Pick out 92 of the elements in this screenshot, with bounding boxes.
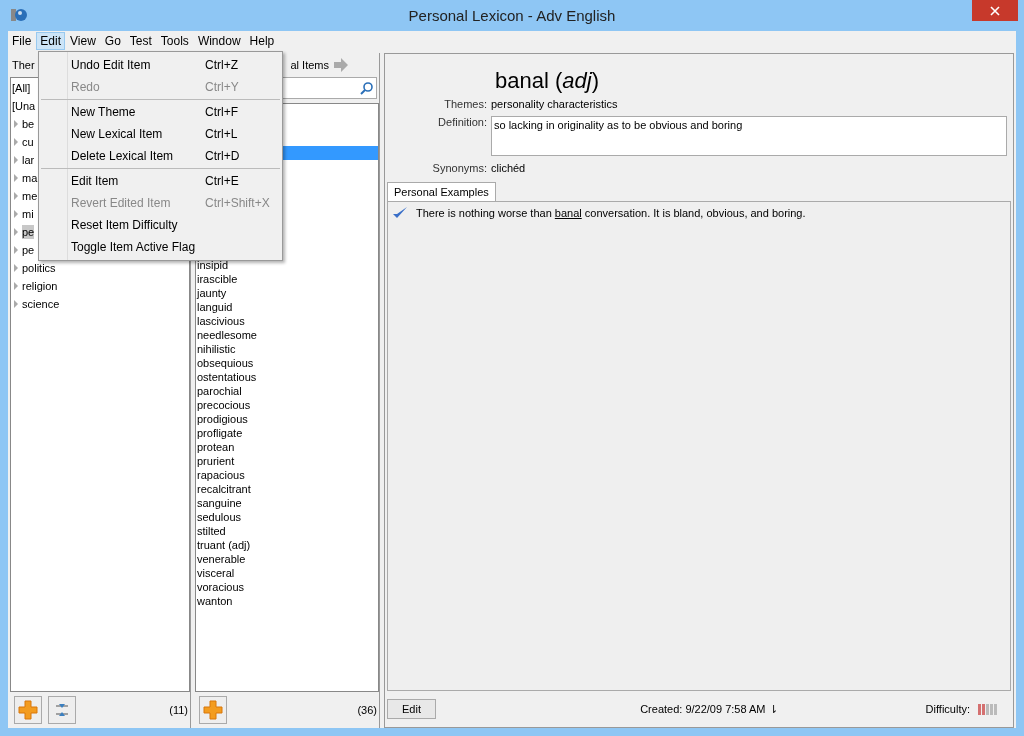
word-item[interactable]: obsequious: [196, 356, 378, 370]
word-item[interactable]: visceral: [196, 566, 378, 580]
plus-icon: [203, 700, 223, 720]
word-item[interactable]: sanguine: [196, 496, 378, 510]
app-icon: [10, 6, 28, 24]
word-item[interactable]: languid: [196, 300, 378, 314]
window-title: Personal Lexicon - Adv English: [407, 7, 617, 24]
field-label: Synonyms:: [431, 162, 487, 174]
menu-item[interactable]: Window: [193, 32, 245, 50]
word-item[interactable]: parochial: [196, 384, 378, 398]
search-icon: [360, 81, 373, 95]
menu-entry[interactable]: Reset Item Difficulty: [39, 214, 282, 236]
pane-header: Ther: [12, 59, 35, 71]
word-item[interactable]: lascivious: [196, 314, 378, 328]
arrow-right-icon[interactable]: [333, 58, 349, 72]
word-item[interactable]: wanton: [196, 594, 378, 608]
tree-item[interactable]: cu: [22, 135, 34, 149]
tree-item[interactable]: lar: [22, 153, 35, 167]
word-item[interactable]: truant (adj): [196, 538, 378, 552]
menu-item[interactable]: Go: [100, 32, 125, 50]
menu-entry[interactable]: Edit Item Ctrl+E: [39, 170, 282, 192]
menu-item[interactable]: File: [8, 32, 36, 50]
expand-icon[interactable]: [13, 192, 19, 200]
menu-item[interactable]: Help: [245, 32, 279, 50]
expand-icon[interactable]: [13, 120, 19, 128]
expand-icon[interactable]: [13, 282, 19, 290]
created-date: Created: 9/22/09 7:58 AM ⇂: [640, 702, 778, 716]
word-item[interactable]: needlesome: [196, 328, 378, 342]
word-heading: banal (adj): [495, 68, 599, 93]
word-item[interactable]: profligate: [196, 426, 378, 440]
word-item[interactable]: irascible: [196, 272, 378, 286]
collapse-button[interactable]: [48, 696, 76, 724]
pane-header: al Items: [290, 59, 329, 71]
item-count: (11): [169, 704, 189, 716]
word-item[interactable]: precocious: [196, 398, 378, 412]
menu-item[interactable]: Tools: [156, 32, 193, 50]
field-label: Definition:: [437, 116, 487, 130]
menu-entry[interactable]: Toggle Item Active Flag: [39, 236, 282, 258]
tree-item[interactable]: me: [22, 189, 38, 203]
expand-icon[interactable]: [13, 174, 19, 182]
word-item[interactable]: recalcitrant: [196, 482, 378, 496]
expand-icon[interactable]: [13, 300, 19, 308]
menu-item[interactable]: Test: [125, 32, 156, 50]
difficulty-label: Difficulty:: [925, 703, 970, 715]
tree-item[interactable]: science: [22, 297, 60, 311]
tree-item[interactable]: [Una: [12, 99, 36, 113]
word-item[interactable]: rapacious: [196, 468, 378, 482]
field-value: personality characteristics: [491, 98, 618, 110]
add-button[interactable]: [14, 696, 42, 724]
example-sentence: There is nothing worse than banal conversation. It is bland, obvious, and boring.: [416, 207, 806, 219]
word-item[interactable]: ostentatious: [196, 370, 378, 384]
menu-item[interactable]: View: [66, 32, 100, 50]
word-item[interactable]: voracious: [196, 580, 378, 594]
expand-icon[interactable]: [13, 210, 19, 218]
tree-item[interactable]: [All]: [12, 81, 31, 95]
word-item[interactable]: prodigious: [196, 412, 378, 426]
plus-icon: [18, 700, 38, 720]
expand-icon[interactable]: [13, 228, 19, 236]
menu-entry[interactable]: Delete Lexical Item Ctrl+D: [39, 145, 282, 167]
field-value: clichéd: [491, 162, 526, 174]
definition-field[interactable]: so lacking in originality as to be obvious and boring: [491, 116, 1007, 156]
word-item[interactable]: jaunty: [196, 286, 378, 300]
item-count: (36): [357, 704, 378, 716]
word-item[interactable]: protean: [196, 440, 378, 454]
word-item[interactable]: sedulous: [196, 510, 378, 524]
add-button[interactable]: [199, 696, 227, 724]
close-icon: [990, 5, 1000, 16]
menu-entry[interactable]: New Theme Ctrl+F: [39, 101, 282, 123]
tree-item[interactable]: pe: [22, 243, 35, 257]
tree-item[interactable]: religion: [22, 279, 58, 293]
expand-icon[interactable]: [13, 156, 19, 164]
tab[interactable]: Personal Examples: [387, 182, 496, 201]
tree-item[interactable]: ma: [22, 171, 38, 185]
edit-button[interactable]: Edit: [387, 699, 436, 719]
word-item[interactable]: insipid: [196, 258, 378, 272]
expand-icon[interactable]: [13, 138, 19, 146]
collapse-icon: [54, 702, 70, 718]
menu-entry[interactable]: Undo Edit Item Ctrl+Z: [39, 54, 282, 76]
menu-entry[interactable]: New Lexical Item Ctrl+L: [39, 123, 282, 145]
word-item[interactable]: venerable: [196, 552, 378, 566]
expand-icon[interactable]: [13, 264, 19, 272]
word-item[interactable]: nihilistic: [196, 342, 378, 356]
tree-item[interactable]: be: [22, 117, 35, 131]
tree-item[interactable]: politics: [22, 261, 56, 275]
tree-item[interactable]: pe: [22, 225, 35, 239]
menu-item[interactable]: Edit: [36, 32, 66, 50]
field-label: Themes:: [443, 98, 487, 110]
tree-item[interactable]: mi: [22, 207, 34, 221]
word-item[interactable]: stilted: [196, 524, 378, 538]
close-button[interactable]: [972, 0, 1018, 21]
word-item[interactable]: prurient: [196, 454, 378, 468]
expand-icon[interactable]: [13, 246, 19, 254]
